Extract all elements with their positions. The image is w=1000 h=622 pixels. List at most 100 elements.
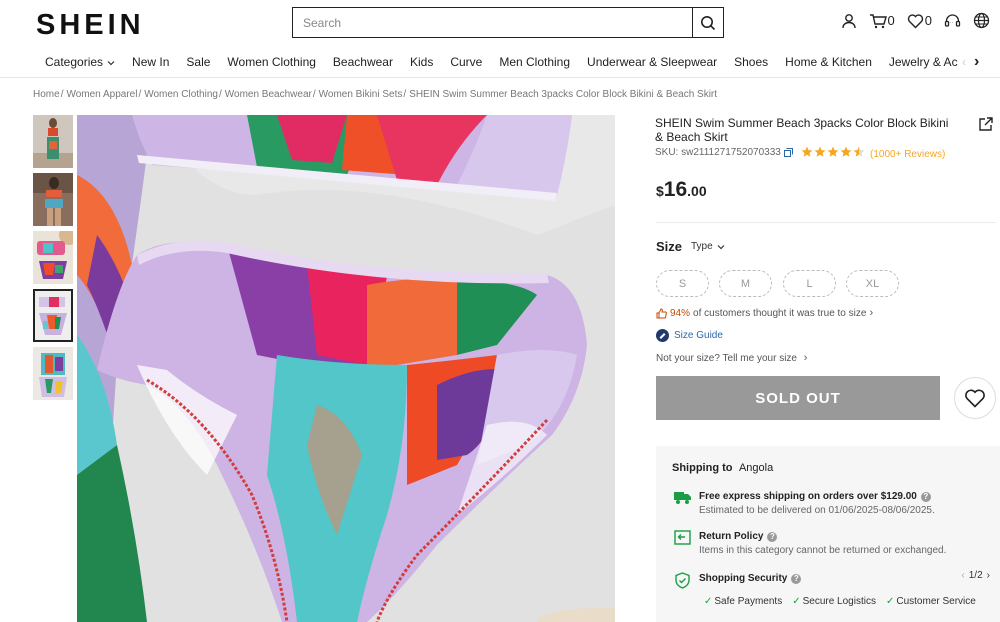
rating-stars: (1000+ Reviews)	[801, 145, 945, 163]
cart-count: 0	[887, 13, 895, 28]
main-product-image[interactable]	[77, 115, 615, 622]
truck-icon	[674, 492, 691, 504]
size-guide-label: Size Guide	[674, 330, 723, 341]
search-icon	[701, 15, 716, 30]
thumbnail-1[interactable]	[33, 115, 73, 168]
service-label: Customer Service	[896, 596, 976, 607]
category-nav: Categories New In Sale Women Clothing Beachw…	[0, 46, 1000, 78]
share-button[interactable]	[979, 117, 993, 136]
pager-count: 1/2	[968, 570, 983, 581]
check-icon: ✓	[792, 596, 801, 607]
divider	[656, 222, 996, 223]
pager-next-icon[interactable]: ›	[987, 570, 990, 581]
nav-item-beachwear[interactable]: Beachwear	[333, 55, 393, 69]
breadcrumb-separator: /	[403, 89, 407, 100]
user-icon	[841, 13, 856, 28]
copy-icon[interactable]	[783, 148, 793, 157]
breadcrumb-link[interactable]: Home	[33, 89, 60, 100]
heart-icon	[907, 13, 923, 28]
search-button[interactable]	[692, 8, 723, 37]
share-icon	[979, 117, 993, 131]
nav-next-icon[interactable]: ›	[974, 53, 979, 71]
breadcrumb-current[interactable]: SHEIN Swim Summer Beach 3packs Color Blo…	[409, 89, 717, 100]
breadcrumb-link[interactable]: Women Apparel	[66, 89, 137, 100]
thumbnail-2[interactable]	[33, 173, 73, 226]
size-option-m[interactable]: M	[719, 270, 772, 297]
nav-item-sale[interactable]: Sale	[186, 55, 210, 69]
return-policy-text: Items in this category cannot be returne…	[699, 545, 947, 556]
thumbnail-5[interactable]	[33, 347, 73, 400]
sold-out-button[interactable]: SOLD OUT	[656, 376, 940, 420]
service-label: Safe Payments	[714, 596, 783, 607]
product-title: SHEIN Swim Summer Beach 3packs Color Blo…	[655, 116, 949, 144]
sku-text: SKU: sw2111271752070333	[655, 147, 781, 158]
chevron-down-icon	[717, 244, 725, 249]
help-icon[interactable]: ?	[767, 532, 778, 542]
nav-item-women-clothing[interactable]: Women Clothing	[227, 55, 316, 69]
breadcrumb-link[interactable]: Women Bikini Sets	[319, 89, 403, 100]
wishlist-button[interactable]: 0	[907, 13, 932, 29]
nav-item-home-kitchen[interactable]: Home & Kitchen	[785, 55, 872, 69]
product-price: $16.00	[656, 178, 707, 202]
help-icon[interactable]: ?	[920, 492, 931, 502]
support-button[interactable]: · ·	[944, 13, 961, 29]
breadcrumb-link[interactable]: Women Clothing	[144, 89, 218, 100]
size-option-s[interactable]: S	[656, 270, 709, 297]
heart-icon	[965, 389, 985, 408]
shopping-security-title: Shopping Security	[699, 573, 788, 584]
language-button[interactable]	[973, 12, 990, 29]
add-to-wishlist-button[interactable]	[954, 377, 996, 419]
thumbnail-4-selected[interactable]	[33, 289, 73, 342]
size-guide-link[interactable]: Size Guide	[656, 329, 723, 342]
size-option-l[interactable]: L	[783, 270, 836, 297]
thumbnail-3[interactable]	[33, 231, 73, 284]
pager-prev-icon[interactable]: ‹	[961, 570, 964, 581]
search-bar	[292, 7, 724, 38]
price-decimal: .00	[687, 183, 707, 199]
account-button[interactable]	[841, 13, 857, 29]
breadcrumb: Home/Women Apparel/Women Clothing/Women …	[33, 89, 717, 100]
breadcrumb-separator: /	[138, 89, 142, 100]
nav-item-shoes[interactable]: Shoes	[734, 55, 768, 69]
nav-item-categories[interactable]: Categories	[45, 55, 103, 69]
nav-item-underwear-sleepwear[interactable]: Underwear & Sleepwear	[587, 55, 717, 69]
category-nav-list: Categories New In Sale Women Clothing Beachw…	[0, 46, 960, 78]
wishlist-count: 0	[924, 13, 932, 28]
nav-item-new-in[interactable]: New In	[132, 55, 169, 69]
search-input[interactable]	[293, 8, 692, 37]
check-icon: ✓	[704, 596, 713, 607]
size-type-dropdown[interactable]: Type	[691, 241, 725, 252]
chevron-down-icon	[105, 53, 115, 71]
true-to-size-info[interactable]: 94% of customers thought it was true to …	[656, 307, 873, 319]
ruler-icon	[656, 329, 669, 342]
chevron-right-icon: ›	[869, 307, 874, 319]
globe-icon	[973, 12, 990, 29]
chevron-right-icon: ›	[803, 352, 808, 364]
star-icon	[840, 145, 852, 163]
price-integer: 16	[663, 178, 688, 201]
nav-item-curve[interactable]: Curve	[450, 55, 482, 69]
star-icon	[853, 145, 865, 163]
reviews-link[interactable]: (1000+ Reviews)	[870, 149, 945, 160]
shipping-info-panel: Shipping to Angola Free express shipping…	[656, 446, 1000, 622]
headset-icon: · ·	[944, 13, 961, 27]
breadcrumb-link[interactable]: Women Beachwear	[225, 89, 312, 100]
not-your-size-link[interactable]: Not your size? Tell me your size ›	[656, 352, 807, 364]
star-icon	[814, 145, 826, 163]
help-icon[interactable]: ?	[791, 574, 802, 584]
nav-prev-icon[interactable]: ‹	[962, 55, 966, 69]
shein-logo[interactable]: SHEIN	[36, 9, 145, 42]
nav-item-men-clothing[interactable]: Men Clothing	[499, 55, 570, 69]
service-customer-service: ✓ Customer Service	[886, 596, 976, 607]
nav-arrows: ‹ ›	[958, 46, 1000, 77]
shipping-destination[interactable]: Shipping to Angola	[672, 462, 773, 474]
service-safe-payments: ✓ Safe Payments	[704, 596, 782, 607]
size-option-xl[interactable]: XL	[846, 270, 899, 297]
breadcrumb-separator: /	[60, 89, 64, 100]
nav-item-kids[interactable]: Kids	[410, 55, 433, 69]
service-secure-logistics: ✓ Secure Logistics	[792, 596, 876, 607]
cart-button[interactable]: 0	[869, 13, 895, 29]
nav-item-jewelry-accessories[interactable]: Jewelry & Accessories	[889, 55, 960, 69]
shield-icon	[675, 572, 690, 589]
return-icon	[674, 530, 691, 545]
